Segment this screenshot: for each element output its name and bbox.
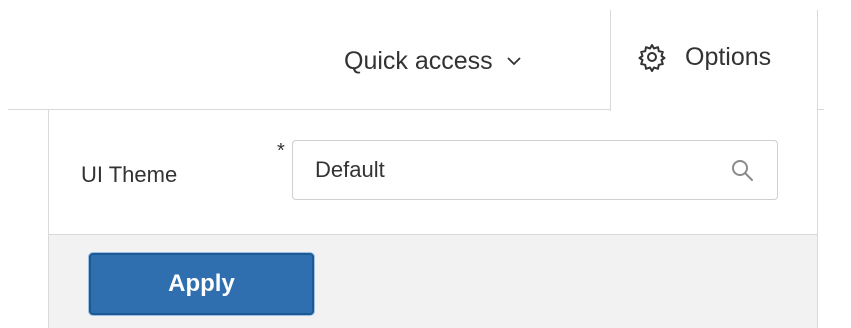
ui-theme-input[interactable] xyxy=(315,150,695,190)
options-tab-content[interactable]: Options xyxy=(637,42,771,72)
header-divider-right xyxy=(818,109,824,110)
chevron-down-icon xyxy=(507,57,521,66)
quick-access-label: Quick access xyxy=(344,46,493,75)
search-icon[interactable] xyxy=(729,157,755,183)
options-panel-footer: Apply xyxy=(49,235,817,328)
quick-access-dropdown[interactable]: Quick access xyxy=(344,44,523,78)
ui-theme-field[interactable] xyxy=(292,140,778,200)
options-tab[interactable]: Options xyxy=(610,10,818,111)
required-marker: * xyxy=(277,140,285,162)
gear-icon xyxy=(638,44,666,72)
options-page: Quick access Options UI Theme * Default … xyxy=(0,0,851,328)
apply-button[interactable]: Apply xyxy=(89,253,314,315)
ui-theme-label: UI Theme xyxy=(81,162,178,187)
options-panel-body: UI Theme * xyxy=(49,110,817,235)
options-panel: UI Theme * Apply xyxy=(48,110,818,328)
options-label: Options xyxy=(685,42,772,71)
